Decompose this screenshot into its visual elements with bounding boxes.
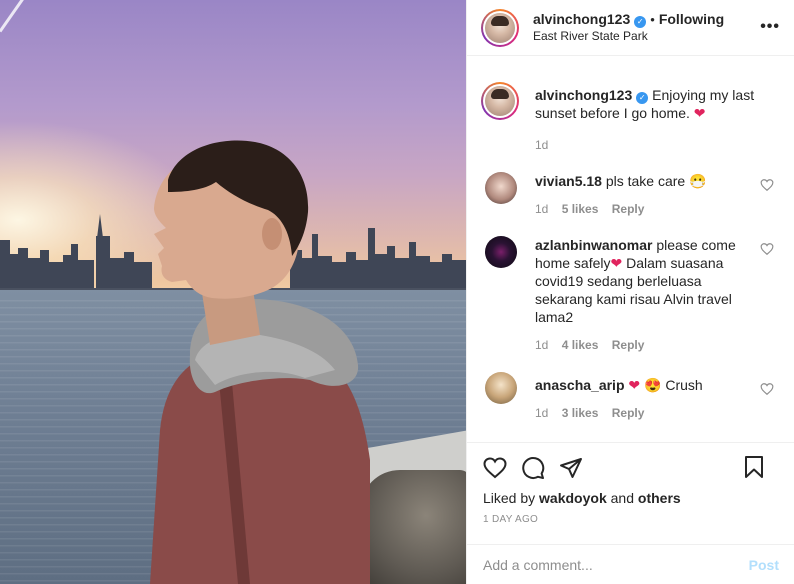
- avatar[interactable]: [485, 172, 517, 204]
- liked-and: and: [610, 490, 634, 506]
- mask-emoji: 😷: [689, 173, 707, 189]
- reply-button[interactable]: Reply: [612, 202, 645, 216]
- heart-emoji: ❤: [628, 377, 641, 393]
- comment-text: Crush: [665, 377, 703, 393]
- liked-prefix: Liked by: [483, 490, 536, 506]
- caption-time[interactable]: 1d: [535, 138, 548, 152]
- reply-button[interactable]: Reply: [612, 338, 645, 352]
- avatar[interactable]: [485, 372, 517, 404]
- comment-time[interactable]: 1d: [535, 202, 548, 216]
- location-link[interactable]: East River State Park: [533, 28, 724, 45]
- light-ray: [0, 0, 25, 33]
- bookmark-icon[interactable]: [743, 455, 765, 479]
- separator-dot: •: [650, 11, 655, 27]
- comment-username[interactable]: vivian5.18: [535, 173, 602, 189]
- avatar[interactable]: [481, 82, 519, 120]
- share-icon[interactable]: [559, 456, 583, 480]
- post-side-panel: alvinchong123 ✓ • Following East River Stat…: [466, 0, 794, 584]
- comment-username[interactable]: anascha_arip: [535, 377, 625, 393]
- comment-text: pls take care: [605, 173, 686, 189]
- like-comment-icon[interactable]: [760, 242, 774, 256]
- post-actions: Liked by wakdoyok and others 1 DAY AGO: [467, 442, 794, 538]
- comment-time[interactable]: 1d: [535, 406, 548, 420]
- caption: alvinchong123 ✓ Enjoying my last sunset b…: [481, 82, 778, 154]
- following-button[interactable]: Following: [659, 11, 724, 27]
- comment-likes[interactable]: 3 likes: [562, 406, 599, 420]
- list-item: anascha_arip ❤ 😍 Crush 1d 3 likes Reply: [481, 372, 778, 422]
- comment-likes[interactable]: 5 likes: [562, 202, 599, 216]
- post-date[interactable]: 1 DAY AGO: [483, 514, 779, 525]
- list-item: vivian5.18 pls take care 😷 1d 5 likes Re…: [481, 172, 778, 218]
- comment-likes[interactable]: 4 likes: [562, 338, 599, 352]
- post-header: alvinchong123 ✓ • Following East River Stat…: [467, 0, 794, 56]
- heart-emoji: ❤: [693, 105, 706, 121]
- reply-button[interactable]: Reply: [612, 406, 645, 420]
- post-viewer: alvinchong123 ✓ • Following East River Stat…: [0, 0, 794, 584]
- liked-others-link[interactable]: others: [638, 490, 681, 506]
- verified-badge-icon: ✓: [636, 92, 649, 104]
- liked-user-link[interactable]: wakdoyok: [539, 490, 607, 506]
- like-comment-icon[interactable]: [760, 178, 774, 192]
- comment-username[interactable]: azlanbinwanomar: [535, 237, 652, 253]
- like-comment-icon[interactable]: [760, 382, 774, 396]
- more-options-icon[interactable]: •••: [760, 18, 780, 36]
- heart-eyes-emoji: 😍: [644, 377, 662, 393]
- comments-list: alvinchong123 ✓ Enjoying my last sunset b…: [467, 56, 794, 440]
- comment-form: Post: [467, 544, 794, 584]
- person-silhouette: [150, 140, 370, 584]
- post-button[interactable]: Post: [749, 557, 779, 573]
- comment-time[interactable]: 1d: [535, 338, 548, 352]
- avatar[interactable]: [485, 236, 517, 268]
- header-username[interactable]: alvinchong123: [533, 11, 630, 27]
- comment-icon[interactable]: [521, 456, 545, 480]
- list-item: azlanbinwanomar please come home safely❤…: [481, 236, 778, 354]
- caption-username[interactable]: alvinchong123: [535, 87, 632, 103]
- liked-by: Liked by wakdoyok and others: [483, 490, 779, 506]
- post-photo[interactable]: [0, 0, 466, 584]
- avatar[interactable]: [481, 8, 519, 47]
- heart-emoji: ❤: [610, 255, 623, 271]
- comment-input[interactable]: [483, 556, 749, 573]
- like-icon[interactable]: [483, 456, 507, 480]
- verified-badge-icon: ✓: [634, 15, 647, 28]
